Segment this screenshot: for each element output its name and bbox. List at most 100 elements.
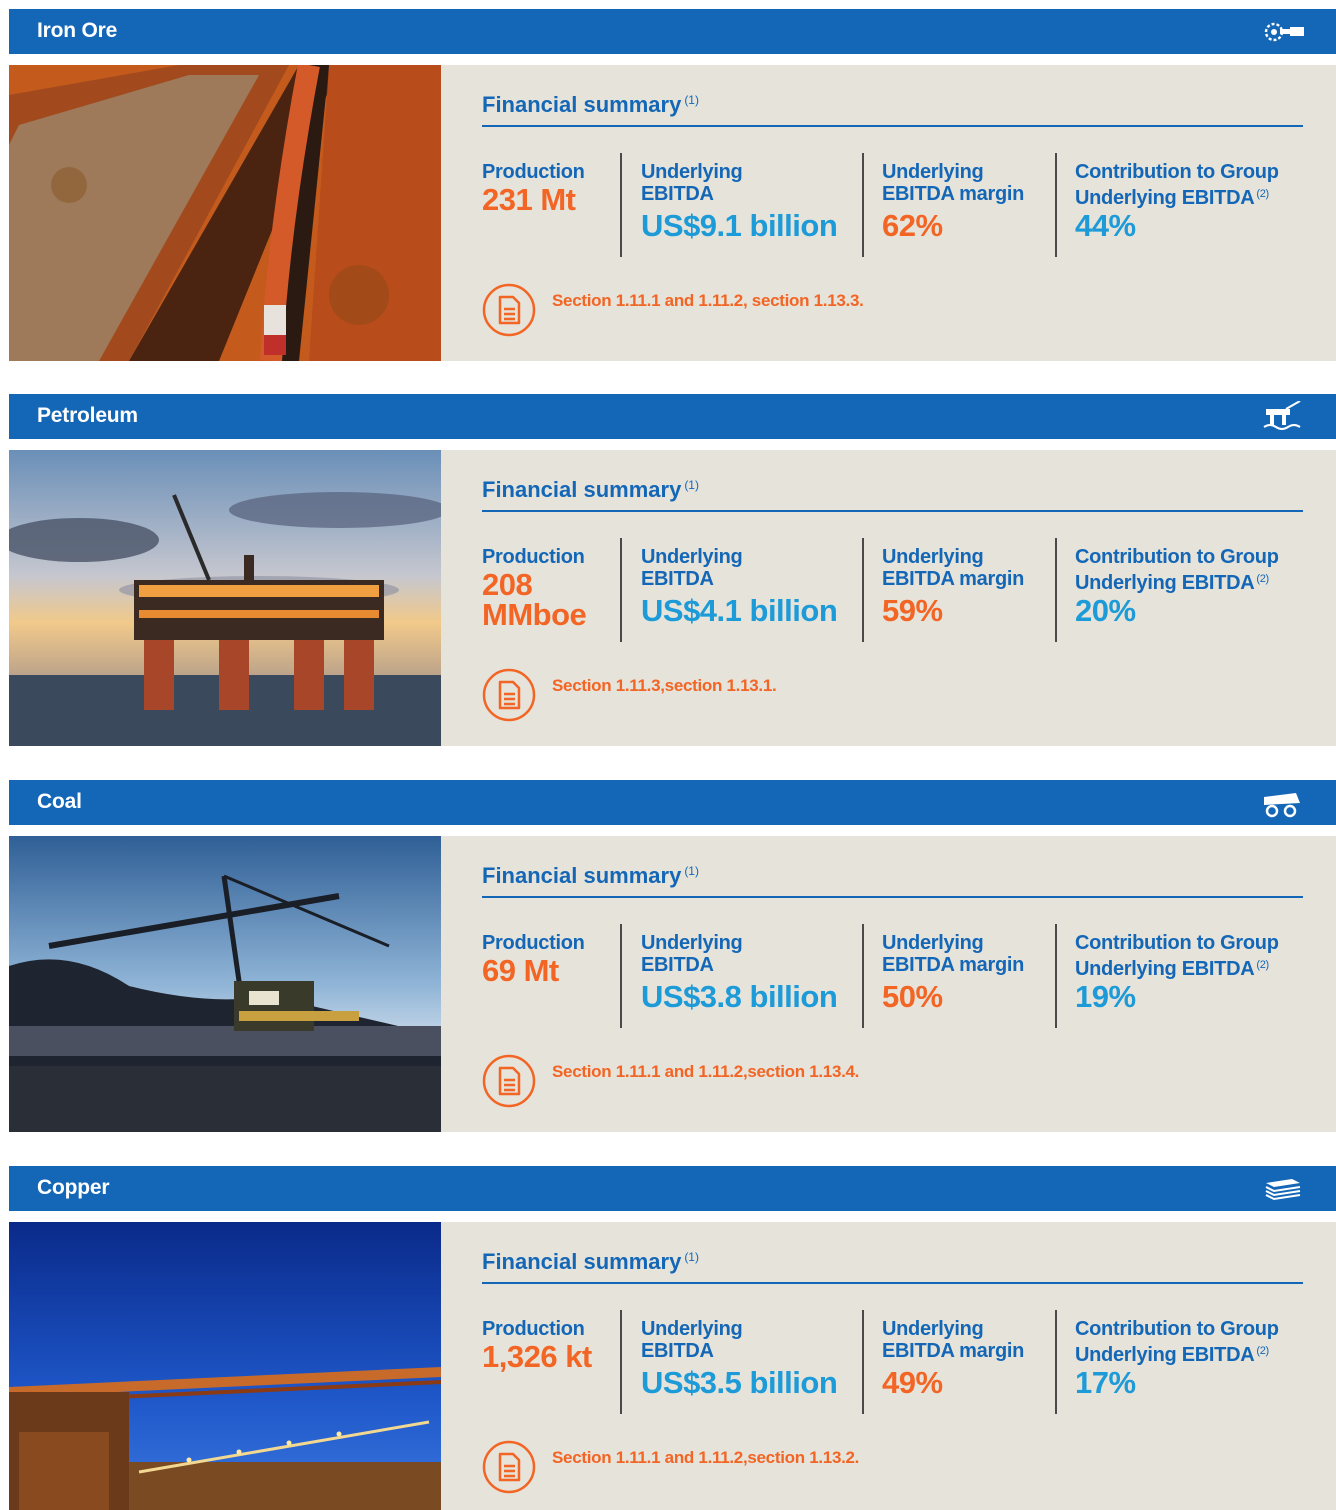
footnote-marker: (1) xyxy=(684,93,699,107)
contribution-stat: Contribution to Group Underlying EBITDA(… xyxy=(1075,161,1305,241)
ebitda-label: Underlying EBITDA xyxy=(641,1318,743,1362)
mining-truck-icon xyxy=(1264,793,1300,818)
financial-summary-title: Financial summary (1) xyxy=(482,1249,699,1274)
production-label: Production xyxy=(482,1318,585,1340)
production-stat: Production 208 MMboe xyxy=(482,546,602,630)
margin-label: Underlying EBITDA margin xyxy=(882,932,1025,976)
column-divider xyxy=(620,924,622,1028)
oil-platform-icon xyxy=(1263,401,1301,430)
footnote-marker: (1) xyxy=(684,864,699,878)
financial-summary-title: Financial summary (1) xyxy=(482,477,699,502)
production-stat: Production 231 Mt xyxy=(482,161,602,215)
financial-summary-panel: Financial summary (1) Production 231 Mt U… xyxy=(441,65,1336,361)
column-divider xyxy=(620,1310,622,1414)
financial-summary-panel: Financial summary (1) Production 208 MMbo… xyxy=(441,450,1336,746)
copper-conveyor-photo xyxy=(9,1222,441,1510)
footnote-marker: (2) xyxy=(1256,188,1269,200)
document-icon[interactable] xyxy=(482,283,536,337)
document-icon[interactable] xyxy=(482,1440,536,1494)
ebitda-value: US$3.5 billion xyxy=(641,1365,838,1400)
column-divider xyxy=(1055,153,1057,257)
margin-stat: Underlying EBITDA margin 49% xyxy=(882,1318,1042,1398)
column-divider xyxy=(620,538,622,642)
production-label: Production xyxy=(482,932,585,954)
contribution-value: 17% xyxy=(1075,1365,1136,1400)
column-divider xyxy=(1055,1310,1057,1414)
margin-label: Underlying EBITDA margin xyxy=(882,546,1025,590)
contribution-label: Contribution to Group Underlying EBITDA(… xyxy=(1075,932,1279,980)
ebitda-stat: Underlying EBITDA US$4.1 billion xyxy=(641,546,838,628)
margin-value: 62% xyxy=(882,208,943,243)
contribution-value: 20% xyxy=(1075,593,1136,628)
ebitda-label: Underlying EBITDA xyxy=(641,546,743,590)
divider xyxy=(482,125,1303,127)
column-divider xyxy=(862,153,864,257)
section-header: Coal xyxy=(9,780,1336,825)
contribution-label: Contribution to Group Underlying EBITDA(… xyxy=(1075,546,1279,594)
production-stat: Production 69 Mt xyxy=(482,932,602,986)
financial-summary-panel: Financial summary (1) Production 69 Mt Un… xyxy=(441,836,1336,1132)
document-icon[interactable] xyxy=(482,668,536,722)
section-header: Iron Ore xyxy=(9,9,1336,54)
production-label: Production xyxy=(482,546,585,568)
margin-value: 49% xyxy=(882,1365,943,1400)
iron-ore-train-photo xyxy=(9,65,441,361)
margin-label: Underlying EBITDA margin xyxy=(882,1318,1025,1362)
footnote-marker: (2) xyxy=(1256,959,1269,971)
ebitda-label: Underlying EBITDA xyxy=(641,932,743,976)
section-reference-link[interactable]: Section 1.11.1 and 1.11.2,section 1.13.2… xyxy=(552,1448,859,1468)
contribution-stat: Contribution to Group Underlying EBITDA(… xyxy=(1075,932,1305,1012)
column-divider xyxy=(862,1310,864,1414)
section-header: Petroleum xyxy=(9,394,1336,439)
ebitda-stat: Underlying EBITDA US$3.8 billion xyxy=(641,932,838,1014)
column-divider xyxy=(1055,538,1057,642)
section-reference-link[interactable]: Section 1.11.3,section 1.13.1. xyxy=(552,676,777,696)
contribution-stat: Contribution to Group Underlying EBITDA(… xyxy=(1075,546,1305,626)
financial-summary-panel: Financial summary (1) Production 1,326 kt… xyxy=(441,1222,1336,1510)
section-header: Copper xyxy=(9,1166,1336,1211)
margin-stat: Underlying EBITDA margin 50% xyxy=(882,932,1042,1012)
section-title: Copper xyxy=(37,1176,110,1199)
contribution-value: 44% xyxy=(1075,208,1136,243)
section-reference-link[interactable]: Section 1.11.1 and 1.11.2, section 1.13.… xyxy=(552,291,864,311)
column-divider xyxy=(862,538,864,642)
production-label: Production xyxy=(482,161,585,183)
margin-stat: Underlying EBITDA margin 59% xyxy=(882,546,1042,626)
footnote-marker: (2) xyxy=(1256,573,1269,585)
ebitda-value: US$9.1 billion xyxy=(641,208,838,243)
column-divider xyxy=(1055,924,1057,1028)
bucket-wheel-icon xyxy=(1264,22,1304,42)
section-title: Coal xyxy=(37,790,82,813)
margin-label: Underlying EBITDA margin xyxy=(882,161,1025,205)
ebitda-value: US$4.1 billion xyxy=(641,593,838,628)
contribution-label: Contribution to Group Underlying EBITDA(… xyxy=(1075,1318,1279,1366)
section-reference-link[interactable]: Section 1.11.1 and 1.11.2,section 1.13.4… xyxy=(552,1062,859,1082)
contribution-value: 19% xyxy=(1075,979,1136,1014)
production-value: 69 Mt xyxy=(482,953,559,988)
margin-stat: Underlying EBITDA margin 62% xyxy=(882,161,1042,241)
production-value: 1,326 kt xyxy=(482,1339,592,1374)
column-divider xyxy=(862,924,864,1028)
divider xyxy=(482,1282,1303,1284)
copper-cathode-stack-icon xyxy=(1265,1179,1301,1201)
financial-summary-title: Financial summary (1) xyxy=(482,863,699,888)
contribution-label: Contribution to Group Underlying EBITDA(… xyxy=(1075,161,1279,209)
financial-summary-title: Financial summary (1) xyxy=(482,92,699,117)
ebitda-label: Underlying EBITDA xyxy=(641,161,743,205)
divider xyxy=(482,896,1303,898)
margin-value: 50% xyxy=(882,979,943,1014)
section-title: Petroleum xyxy=(37,404,138,427)
production-value: 231 Mt xyxy=(482,182,576,217)
ebitda-stat: Underlying EBITDA US$9.1 billion xyxy=(641,161,838,243)
footnote-marker: (1) xyxy=(684,478,699,492)
document-icon[interactable] xyxy=(482,1054,536,1108)
coal-stacker-photo xyxy=(9,836,441,1132)
production-stat: Production 1,326 kt xyxy=(482,1318,612,1372)
oil-platform-photo xyxy=(9,450,441,746)
ebitda-value: US$3.8 billion xyxy=(641,979,838,1014)
margin-value: 59% xyxy=(882,593,943,628)
column-divider xyxy=(620,153,622,257)
section-title: Iron Ore xyxy=(37,19,118,42)
footnote-marker: (2) xyxy=(1256,1345,1269,1357)
production-value: 208 MMboe xyxy=(482,567,587,632)
